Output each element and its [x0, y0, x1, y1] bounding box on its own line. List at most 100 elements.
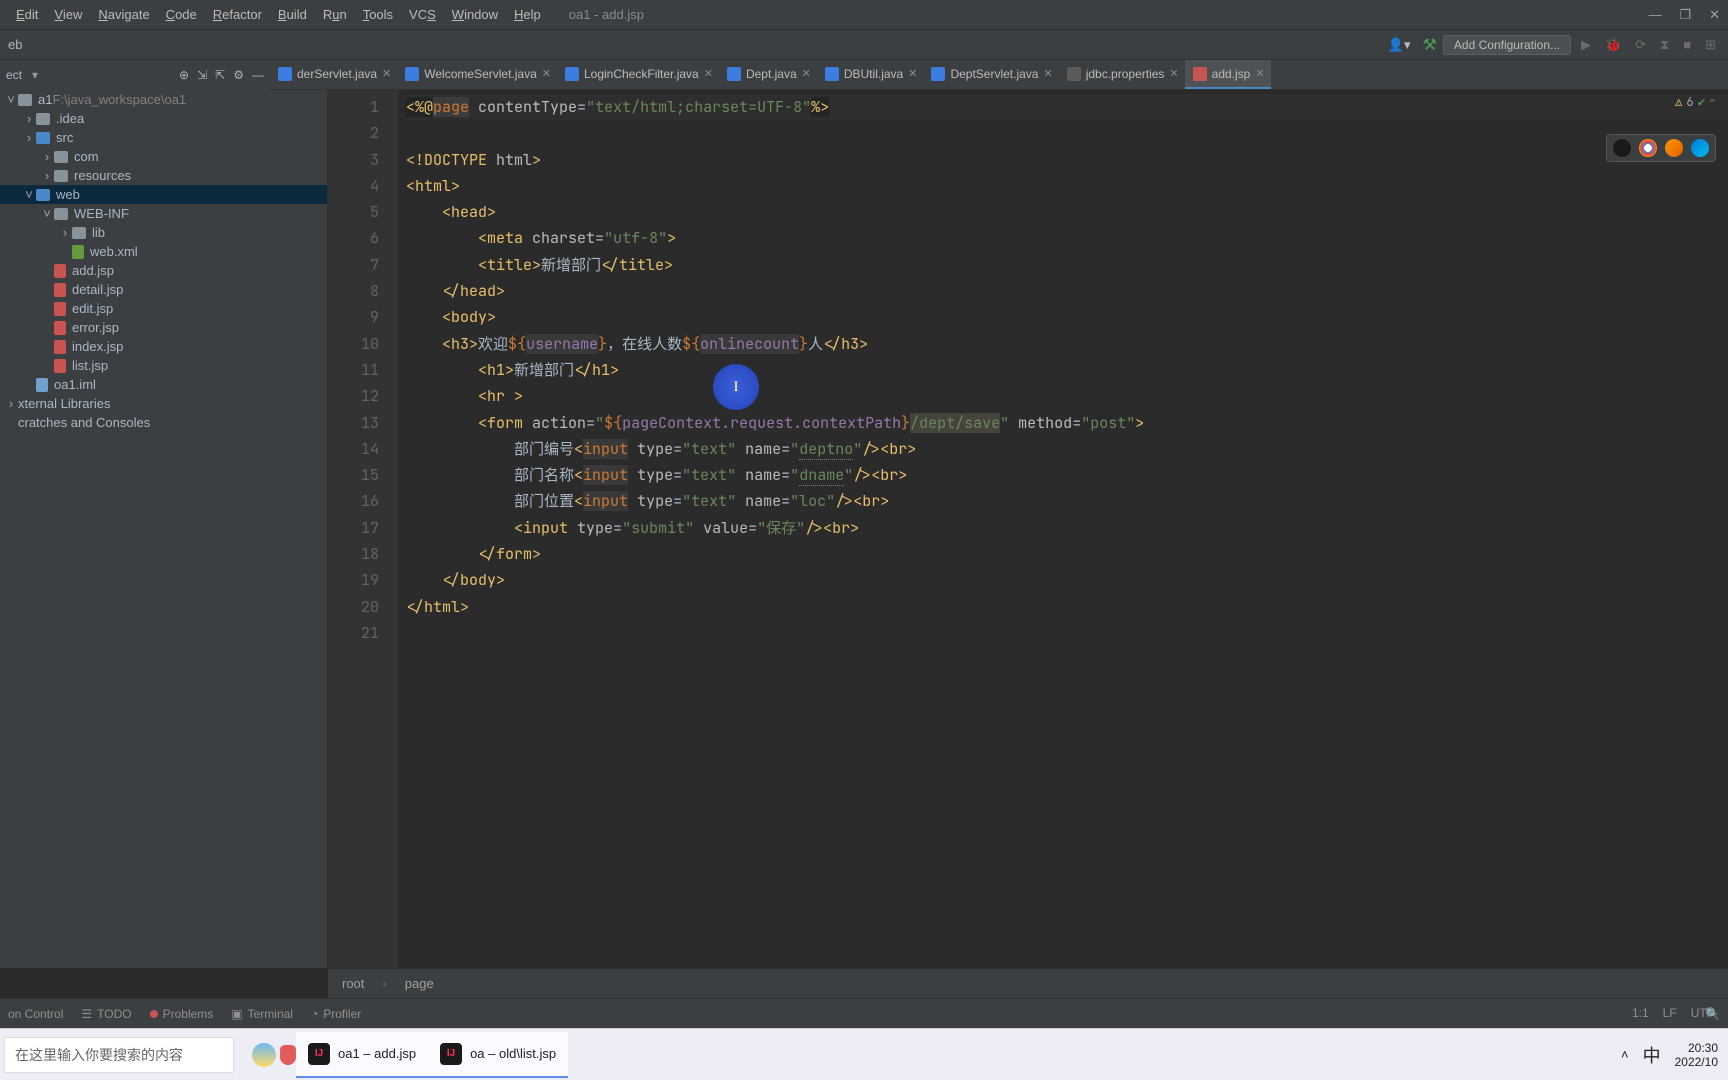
close-icon[interactable]: ✕	[802, 67, 811, 80]
user-button[interactable]: 👤▾	[1382, 37, 1417, 53]
menu-vcs[interactable]: VCS	[401, 4, 444, 25]
caret-position[interactable]: 1:1	[1632, 1006, 1649, 1020]
tab-derservlet[interactable]: derServlet.java✕	[270, 60, 397, 89]
breadcrumb-item[interactable]: root	[342, 976, 364, 991]
chevron-down-icon[interactable]: ▾	[32, 68, 38, 82]
close-icon[interactable]: ✕	[542, 67, 551, 80]
menu-help[interactable]: Help	[506, 4, 549, 25]
tree-row[interactable]: oa1.iml	[0, 375, 327, 394]
tab-logincheckfilter[interactable]: LoginCheckFilter.java✕	[557, 60, 719, 89]
run-button[interactable]: ▶	[1577, 37, 1595, 53]
menu-tools[interactable]: Tools	[355, 4, 401, 25]
firefox-icon[interactable]	[1665, 139, 1683, 157]
menu-window[interactable]: Window	[444, 4, 506, 25]
tree-row[interactable]: ›com	[0, 147, 327, 166]
select-opened-file-icon[interactable]: ⊕	[179, 68, 189, 82]
close-icon[interactable]: ✕	[908, 67, 917, 80]
line-ending[interactable]: LF	[1663, 1006, 1677, 1020]
tree-row[interactable]: ˅WEB-INF	[0, 204, 327, 223]
windows-search-input[interactable]: 在这里输入你要搜索的内容	[4, 1037, 234, 1073]
tree-row[interactable]: error.jsp	[0, 318, 327, 337]
weather-widget[interactable]	[252, 1043, 296, 1067]
close-icon[interactable]: ✕	[704, 67, 713, 80]
profile-button[interactable]: ⧗	[1656, 37, 1673, 53]
system-tray: ˄ 中 20:30 2022/10	[1621, 1041, 1728, 1069]
tab-welcomeservlet[interactable]: WelcomeServlet.java✕	[397, 60, 557, 89]
run-config-combo[interactable]: Add Configuration...	[1443, 35, 1571, 55]
tree-row[interactable]: ˅a1 F:\java_workspace\oa1	[0, 90, 327, 109]
collapse-all-icon[interactable]: ⇱	[215, 68, 225, 82]
menu-refactor[interactable]: Refactor	[205, 4, 270, 25]
ime-indicator[interactable]: 中	[1643, 1042, 1661, 1068]
version-control-tool[interactable]: on Control	[8, 1007, 63, 1021]
tree-row[interactable]: ›xternal Libraries	[0, 394, 327, 413]
code-editor[interactable]: 123456789101112131415161718192021 <%@pag…	[328, 90, 1728, 968]
debug-button[interactable]: 🐞	[1601, 37, 1625, 53]
tree-row[interactable]: ›src	[0, 128, 327, 147]
terminal-tool[interactable]: ▣ Terminal	[231, 1007, 293, 1021]
tab-jdbcprops[interactable]: jdbc.properties✕	[1059, 60, 1185, 89]
warning-count: 6	[1686, 94, 1693, 110]
close-icon[interactable]: ✕	[1043, 67, 1052, 80]
encoding[interactable]: UTF-	[1691, 1006, 1718, 1020]
hide-icon[interactable]: ―	[252, 68, 264, 82]
close-icon[interactable]: ✕	[1169, 67, 1178, 80]
clock-time: 20:30	[1675, 1041, 1718, 1055]
close-icon[interactable]: ✕	[382, 67, 391, 80]
menu-edit[interactable]: Edit	[8, 4, 46, 25]
code-area[interactable]: <%@page contentType="text/html;charset=U…	[406, 94, 1728, 646]
inspection-widget[interactable]: ⚠ 6 ✔ ⌃	[1675, 94, 1716, 110]
tree-row[interactable]: web.xml	[0, 242, 327, 261]
menu-run[interactable]: Run	[315, 4, 355, 25]
tree-row[interactable]: add.jsp	[0, 261, 327, 280]
tree-row[interactable]: ˅web	[0, 185, 327, 204]
coverage-button[interactable]: ⟳	[1631, 37, 1650, 53]
project-view-label[interactable]: ect	[6, 68, 22, 82]
tray-chevron-icon[interactable]: ˄	[1621, 1047, 1629, 1062]
chevron-icon[interactable]: ⌃	[1709, 94, 1716, 110]
menubar: Edit View Navigate Code Refactor Build R…	[0, 0, 1728, 30]
builtin-preview-icon[interactable]	[1613, 139, 1631, 157]
profiler-tool[interactable]: ◔ Profiler	[311, 1007, 361, 1021]
tab-dept[interactable]: Dept.java ✕	[719, 60, 817, 89]
tab-deptservlet[interactable]: DeptServlet.java✕	[923, 60, 1058, 89]
edge-icon[interactable]	[1691, 139, 1709, 157]
stop-button[interactable]: ■	[1679, 37, 1695, 52]
tree-row[interactable]: edit.jsp	[0, 299, 327, 318]
menu-navigate[interactable]: Navigate	[90, 4, 157, 25]
todo-tool[interactable]: ☰ TODO	[81, 1007, 131, 1021]
intellij-icon: IJ	[440, 1043, 462, 1065]
settings-icon[interactable]: ⚙	[233, 68, 244, 82]
chrome-icon[interactable]	[1639, 139, 1657, 157]
menu-view[interactable]: View	[46, 4, 90, 25]
tab-addjsp[interactable]: add.jsp✕	[1185, 60, 1271, 89]
close-button[interactable]: ✕	[1709, 7, 1720, 23]
tree-row[interactable]: cratches and Consoles	[0, 413, 327, 432]
clock[interactable]: 20:30 2022/10	[1675, 1041, 1718, 1069]
bottom-toolwindow-bar: on Control ☰ TODO Problems ▣ Terminal ◔ …	[0, 998, 1728, 1028]
search-everywhere-icon[interactable]: ⊞	[1701, 37, 1720, 53]
tree-row[interactable]: detail.jsp	[0, 280, 327, 299]
tab-dbutil[interactable]: DBUtil.java✕	[817, 60, 924, 89]
close-icon[interactable]: ✕	[1255, 67, 1264, 80]
project-tree[interactable]: ˅a1 F:\java_workspace\oa1›.idea›src›com›…	[0, 90, 328, 968]
tree-row[interactable]: index.jsp	[0, 337, 327, 356]
build-button[interactable]: ⚒	[1423, 35, 1437, 55]
props-icon	[1067, 67, 1081, 81]
breadcrumb-item[interactable]: page	[405, 976, 434, 991]
taskbar-app-oa[interactable]: IJ oa – old\list.jsp	[428, 1032, 568, 1078]
tab-label: Dept.java	[746, 67, 797, 81]
tree-row[interactable]: ›lib	[0, 223, 327, 242]
problems-tool[interactable]: Problems	[150, 1007, 214, 1021]
menu-build[interactable]: Build	[270, 4, 315, 25]
menu-code[interactable]: Code	[158, 4, 205, 25]
expand-all-icon[interactable]: ⇲	[197, 68, 207, 82]
maximize-button[interactable]: ❐	[1679, 7, 1691, 23]
minimize-button[interactable]: ―	[1648, 7, 1661, 23]
tree-row[interactable]: ›.idea	[0, 109, 327, 128]
nav-breadcrumb[interactable]: eb	[8, 37, 22, 52]
windows-taskbar: 在这里输入你要搜索的内容 IJ oa1 – add.jsp IJ oa – ol…	[0, 1028, 1728, 1080]
tree-row[interactable]: ›resources	[0, 166, 327, 185]
tree-row[interactable]: list.jsp	[0, 356, 327, 375]
taskbar-app-oa1[interactable]: IJ oa1 – add.jsp	[296, 1032, 428, 1078]
